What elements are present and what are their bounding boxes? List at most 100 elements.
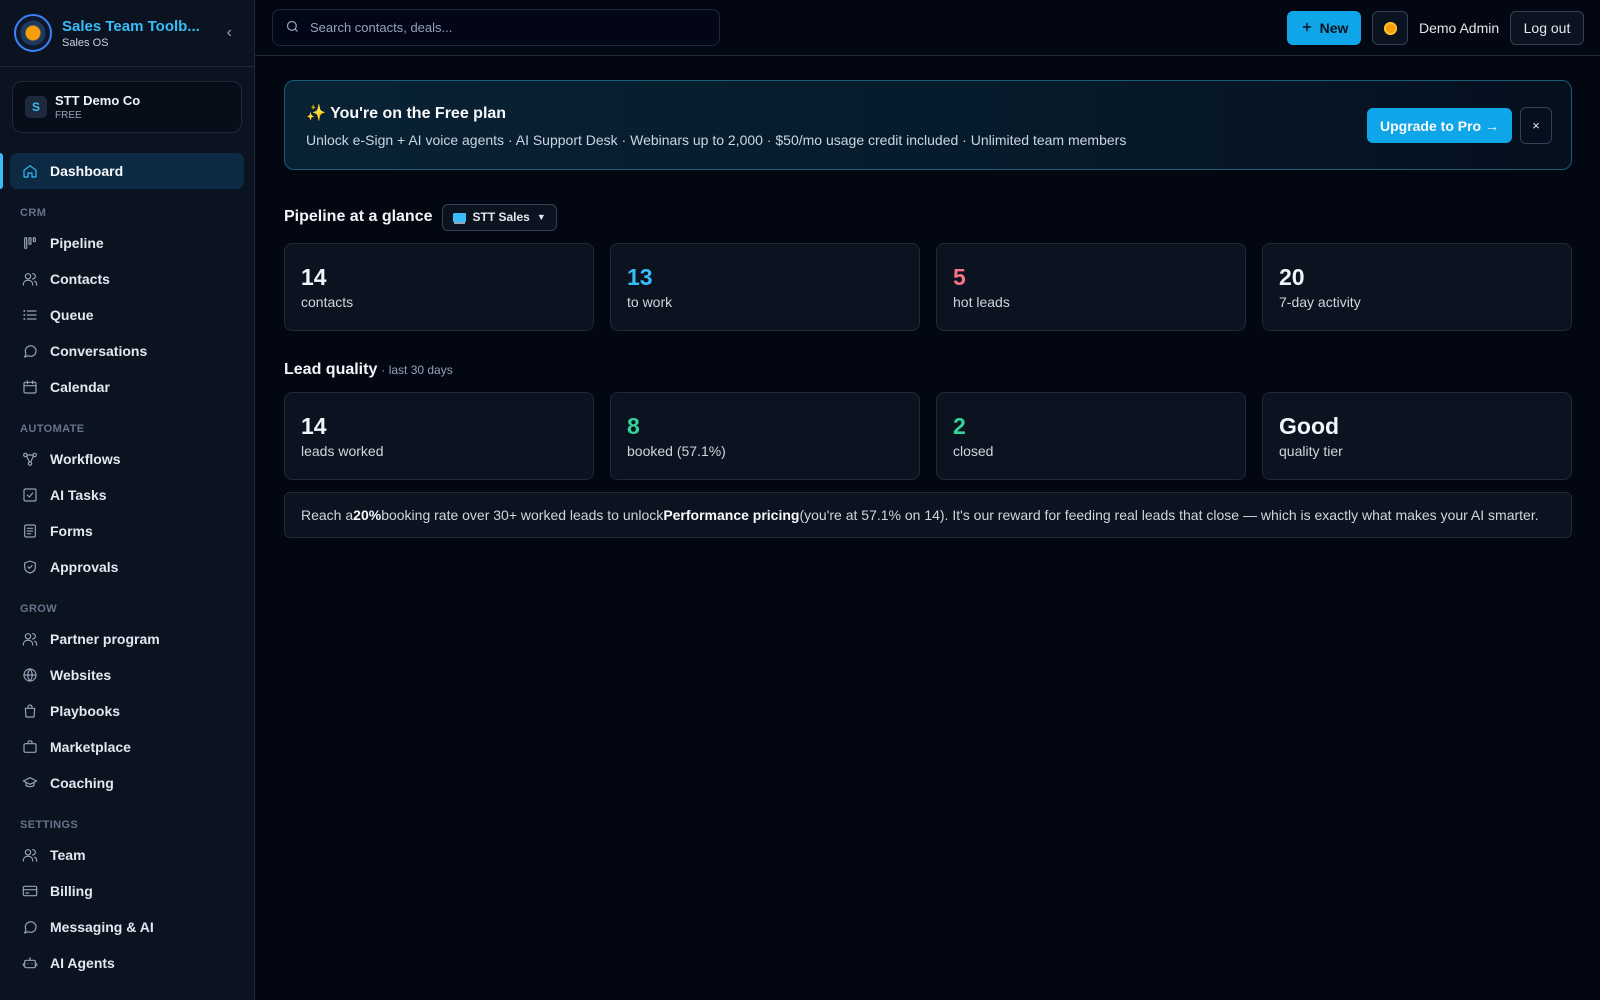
sidebar-item-messaging-and-ai[interactable]: Messaging & AI [10,909,244,945]
search-input[interactable] [310,20,700,35]
collapse-sidebar-icon[interactable]: ‹ [227,24,232,42]
sidebar-item-ai-tasks[interactable]: AI Tasks [10,477,244,513]
stat-card-booked-57-1[interactable]: 8 booked (57.1%) [610,392,920,480]
sidebar-item-label: Marketplace [50,739,131,755]
sidebar-item-ai-agents[interactable]: AI Agents [10,945,244,981]
stat-card-to-work[interactable]: 13 to work [610,243,920,331]
chat-icon [20,917,40,937]
pipeline-header: Pipeline at a glance STT Sales ▼ [284,203,1572,231]
sidebar-item-label: AI Agents [50,955,115,971]
search-box[interactable] [272,9,720,46]
stat-label: 7-day activity [1279,294,1361,310]
laptop-icon [452,212,466,222]
notice-text: (you're at 57.1% on 14). It's our reward… [799,507,1539,523]
brand-header: Sales Team Toolb... Sales OS ‹ [0,0,254,67]
sidebar-item-approvals[interactable]: Approvals [10,549,244,585]
sidebar-item-playbooks[interactable]: Playbooks [10,693,244,729]
sidebar-item-team[interactable]: Team [10,837,244,873]
sidebar-item-dashboard[interactable]: Dashboard [0,153,244,189]
graduation-cap-icon [20,773,40,793]
nav-section-automate: AUTOMATE [20,423,85,435]
sidebar-item-label: Playbooks [50,703,121,719]
stat-card-hot-leads[interactable]: 5 hot leads [936,243,1246,331]
sidebar-item-marketplace[interactable]: Marketplace [10,729,244,765]
stat-label: booked (57.1%) [627,443,726,459]
sidebar-item-label: Partner program [50,631,160,647]
banner-title-text: You're on the Free plan [330,105,507,122]
sidebar-item-partner-program[interactable]: Partner program [10,621,244,657]
main-content: ✨ You're on the Free plan Unlock e-Sign … [284,80,1572,538]
org-name: STT Demo Co [55,93,141,108]
notice-text: Reach a [301,507,354,523]
sidebar-item-label: Websites [50,667,112,683]
users-icon [20,629,40,649]
bag-icon [20,701,40,721]
sidebar-item-conversations[interactable]: Conversations [10,333,244,369]
list-icon [20,305,40,325]
stat-card-closed[interactable]: 2 closed [936,392,1246,480]
upgrade-button[interactable]: Upgrade to Pro → [1367,108,1512,143]
pipeline-title: Pipeline at a glance [284,208,433,225]
sidebar-item-pipeline[interactable]: Pipeline [10,225,244,261]
robot-icon [20,953,40,973]
sidebar-item-queue[interactable]: Queue [10,297,244,333]
lead-quality-header: Lead quality · last 30 days [284,361,1572,379]
upgrade-banner: ✨ You're on the Free plan Unlock e-Sign … [284,80,1572,170]
stat-value: Good [1279,413,1340,439]
new-button[interactable]: New [1287,11,1361,45]
stat-value: 8 [627,413,640,439]
stat-card-quality-tier[interactable]: Good quality tier [1262,392,1572,480]
notice-text: booking rate over 30+ worked leads to un… [381,507,664,523]
sidebar-item-label: Dashboard [50,163,124,179]
sidebar-item-websites[interactable]: Websites [10,657,244,693]
sidebar-item-billing[interactable]: Billing [10,873,244,909]
sidebar-item-label: Contacts [50,271,110,287]
org-switcher[interactable]: S STT Demo Co FREE [12,81,242,133]
logout-button[interactable]: Log out [1510,11,1584,45]
search-icon [285,19,300,37]
nav-section-crm: CRM [20,207,47,219]
stat-value: 14 [301,264,327,290]
chat-icon [20,341,40,361]
notice-highlight: Performance pricing [663,507,800,523]
sidebar-item-label: Coaching [50,775,114,791]
dismiss-banner-button[interactable]: × [1520,107,1552,144]
sidebar-item-workflows[interactable]: Workflows [10,441,244,477]
pipeline-select-value: STT Sales [472,210,530,224]
stat-card-7-day-activity[interactable]: 20 7-day activity [1262,243,1572,331]
sidebar-item-label: Team [50,847,86,863]
sidebar-item-label: Workflows [50,451,121,467]
sidebar-item-calendar[interactable]: Calendar [10,369,244,405]
stat-value: 5 [953,264,966,290]
stat-value: 2 [953,413,966,439]
sidebar-item-coaching[interactable]: Coaching [10,765,244,801]
stat-label: closed [953,443,994,459]
new-button-label: New [1319,20,1349,36]
calendar-icon [20,377,40,397]
pipeline-stats: 14 contacts 13 to work 5 hot leads 20 7-day act… [284,243,1572,331]
sidebar-item-label: Calendar [50,379,110,395]
sidebar-item-forms[interactable]: Forms [10,513,244,549]
briefcase-icon [20,737,40,757]
stat-card-leads-worked[interactable]: 14 leads worked [284,392,594,480]
sidebar-item-label: Conversations [50,343,148,359]
pipeline-select[interactable]: STT Sales ▼ [441,203,557,231]
notice-highlight: 20% [353,507,382,523]
sidebar-item-label: Billing [50,883,93,899]
checkbox-icon [20,485,40,505]
sparkles-icon: ✨ [306,105,326,122]
brand-subtitle: Sales OS [62,36,109,49]
org-avatar: S [25,96,47,118]
brand-logo[interactable] [14,14,52,52]
sidebar-item-contacts[interactable]: Contacts [10,261,244,297]
plus-icon [1300,20,1314,37]
topbar: New Demo Admin Log out [255,0,1600,56]
nav-sections: CRM Pipeline Contacts Queue Conversations Cal… [0,189,254,981]
theme-toggle-button[interactable] [1372,11,1408,45]
stat-value: 20 [1279,264,1305,290]
stat-card-contacts[interactable]: 14 contacts [284,243,594,331]
stat-value: 13 [627,264,653,290]
shield-check-icon [20,557,40,577]
user-name[interactable]: Demo Admin [1419,20,1499,36]
sidebar-item-label: Queue [50,307,94,323]
